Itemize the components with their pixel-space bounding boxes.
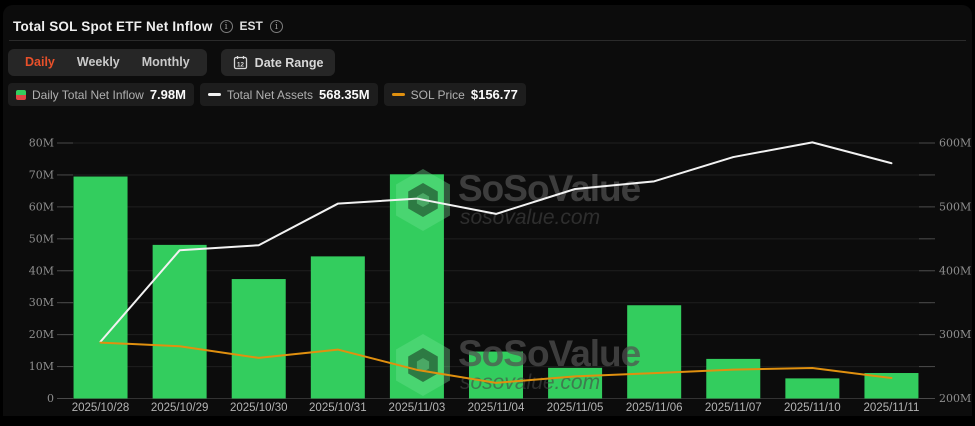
net-inflow-bar[interactable] bbox=[785, 378, 839, 398]
y-axis-label-left: 50M bbox=[29, 232, 54, 245]
header-divider bbox=[9, 40, 966, 41]
chart-area: 0 10M 20M 30M 40M 50M 60M 70M 80M 200M 300M 400M 500… bbox=[3, 125, 975, 421]
net-inflow-bar[interactable] bbox=[311, 256, 365, 398]
tab-monthly[interactable]: Monthly bbox=[131, 49, 201, 76]
timezone-info-icon[interactable]: i bbox=[270, 20, 283, 33]
net-inflow-bar[interactable] bbox=[74, 177, 128, 399]
date-range-button[interactable]: 12 Date Range bbox=[221, 49, 336, 76]
chart-card: Total SOL Spot ETF Net Inflow i EST i Da… bbox=[3, 5, 972, 416]
timezone-label: EST bbox=[240, 19, 263, 33]
y-axis-label-right: 300M bbox=[939, 328, 971, 341]
toolbar: Daily Weekly Monthly 12 Date Range bbox=[8, 49, 335, 76]
x-axis-label: 2025/11/03 bbox=[389, 402, 446, 414]
tab-daily[interactable]: Daily bbox=[14, 49, 66, 76]
net-assets-swatch-icon bbox=[208, 93, 221, 96]
svg-text:sosovalue.com: sosovalue.com bbox=[460, 371, 600, 394]
tab-weekly[interactable]: Weekly bbox=[66, 49, 131, 76]
etf-inflow-chart: 0 10M 20M 30M 40M 50M 60M 70M 80M 200M 300M 400M 500… bbox=[3, 125, 975, 421]
x-axis-label: 2025/11/05 bbox=[547, 402, 604, 414]
y-axis-label-left: 40M bbox=[29, 264, 54, 277]
sol-price-swatch-icon bbox=[392, 93, 405, 96]
x-axis-label: 2025/11/07 bbox=[705, 402, 762, 414]
legend-label: Total Net Assets bbox=[227, 88, 313, 102]
calendar-icon: 12 bbox=[233, 55, 248, 70]
x-axis-label: 2025/11/10 bbox=[784, 402, 841, 414]
date-range-label: Date Range bbox=[255, 56, 324, 70]
y-axis-label-left: 0 bbox=[47, 392, 54, 405]
y-axis-label-right: 400M bbox=[939, 264, 971, 277]
legend: Daily Total Net Inflow 7.98M Total Net A… bbox=[8, 83, 526, 106]
legend-label: Daily Total Net Inflow bbox=[32, 88, 144, 102]
svg-text:12: 12 bbox=[237, 62, 244, 69]
legend-value: $156.77 bbox=[471, 87, 518, 102]
net-inflow-bar[interactable] bbox=[706, 359, 760, 399]
header: Total SOL Spot ETF Net Inflow i EST i bbox=[13, 15, 283, 37]
x-axis-label: 2025/11/04 bbox=[468, 402, 525, 414]
legend-item-sol-price[interactable]: SOL Price $156.77 bbox=[384, 83, 526, 106]
legend-value: 568.35M bbox=[319, 87, 370, 102]
legend-item-net-assets[interactable]: Total Net Assets 568.35M bbox=[200, 83, 378, 106]
page-title: Total SOL Spot ETF Net Inflow bbox=[13, 19, 213, 34]
net-inflow-swatch-icon bbox=[16, 90, 26, 100]
svg-text:sosovalue.com: sosovalue.com bbox=[460, 206, 600, 229]
interval-tabs: Daily Weekly Monthly bbox=[8, 49, 207, 76]
x-axis-label: 2025/10/31 bbox=[309, 402, 367, 414]
x-axis-label: 2025/10/29 bbox=[151, 402, 209, 414]
net-inflow-bar[interactable] bbox=[864, 373, 918, 398]
watermark: SoSoValuesosovalue.com bbox=[396, 333, 641, 396]
legend-label: SOL Price bbox=[411, 88, 465, 102]
legend-item-net-inflow[interactable]: Daily Total Net Inflow 7.98M bbox=[8, 83, 194, 106]
x-axis-label: 2025/11/11 bbox=[864, 402, 920, 414]
info-icon[interactable]: i bbox=[220, 20, 233, 33]
y-axis-label-right: 600M bbox=[939, 137, 971, 150]
y-axis-label-left: 80M bbox=[29, 137, 54, 150]
legend-value: 7.98M bbox=[150, 87, 186, 102]
net-inflow-bar[interactable] bbox=[232, 279, 286, 398]
svg-text:SoSoValue: SoSoValue bbox=[458, 333, 641, 374]
y-axis-label-left: 60M bbox=[29, 200, 54, 213]
y-axis-label-left: 20M bbox=[29, 328, 54, 341]
net-inflow-bar[interactable] bbox=[153, 245, 207, 399]
x-axis-label: 2025/10/30 bbox=[230, 402, 288, 414]
y-axis-label-right: 500M bbox=[939, 200, 971, 213]
y-axis-label-left: 30M bbox=[29, 296, 54, 309]
x-axis-label: 2025/11/06 bbox=[626, 402, 683, 414]
y-axis-label-left: 10M bbox=[29, 360, 54, 373]
x-axis-label: 2025/10/28 bbox=[72, 402, 130, 414]
y-axis-label-left: 70M bbox=[29, 168, 54, 181]
y-axis-label-right: 200M bbox=[939, 392, 971, 405]
svg-text:SoSoValue: SoSoValue bbox=[458, 168, 641, 209]
watermark: SoSoValuesosovalue.com bbox=[396, 168, 641, 231]
